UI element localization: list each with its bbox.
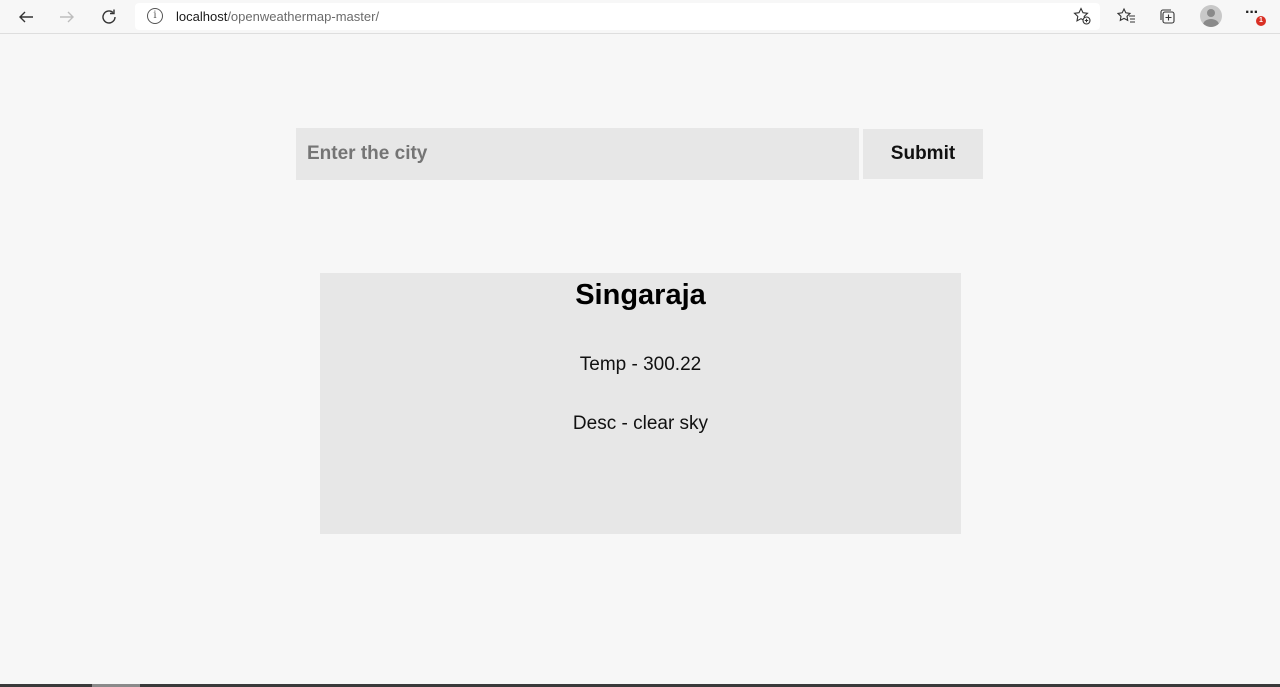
weather-result-card: Singaraja Temp - 300.22 Desc - clear sky — [320, 273, 961, 534]
forward-arrow-icon — [60, 11, 74, 23]
description-text: Desc - clear sky — [572, 413, 709, 434]
back-arrow-icon — [19, 11, 33, 23]
address-bar[interactable]: i localhost/openweathermap-master/ — [135, 3, 1100, 30]
url-path: /openweathermap-master/ — [227, 9, 380, 24]
favorites-icon — [1117, 7, 1135, 23]
info-icon[interactable]: i — [147, 8, 163, 24]
refresh-button[interactable] — [96, 4, 122, 30]
collections-icon — [1160, 9, 1175, 24]
submit-button[interactable]: Submit — [863, 129, 983, 179]
add-favorite-button[interactable] — [1072, 6, 1092, 26]
url-host: localhost — [176, 9, 228, 24]
forward-button[interactable] — [54, 4, 80, 30]
collections-button[interactable] — [1156, 5, 1180, 29]
city-name: Singaraja — [575, 279, 706, 311]
back-button[interactable] — [13, 4, 39, 30]
profile-avatar-icon[interactable] — [1200, 5, 1222, 27]
browser-toolbar: i localhost/openweathermap-master/ ··· 1 — [0, 0, 1280, 34]
favorites-button[interactable] — [1115, 5, 1139, 29]
url-text[interactable]: localhost/openweathermap-master/ — [176, 9, 379, 24]
notification-badge: 1 — [1256, 16, 1266, 26]
refresh-icon — [102, 9, 116, 24]
avatar-body — [1203, 19, 1219, 27]
city-input[interactable] — [296, 128, 859, 180]
avatar-head — [1207, 9, 1215, 17]
temperature-text: Temp - 300.22 — [579, 354, 702, 375]
star-add-icon — [1073, 7, 1091, 25]
